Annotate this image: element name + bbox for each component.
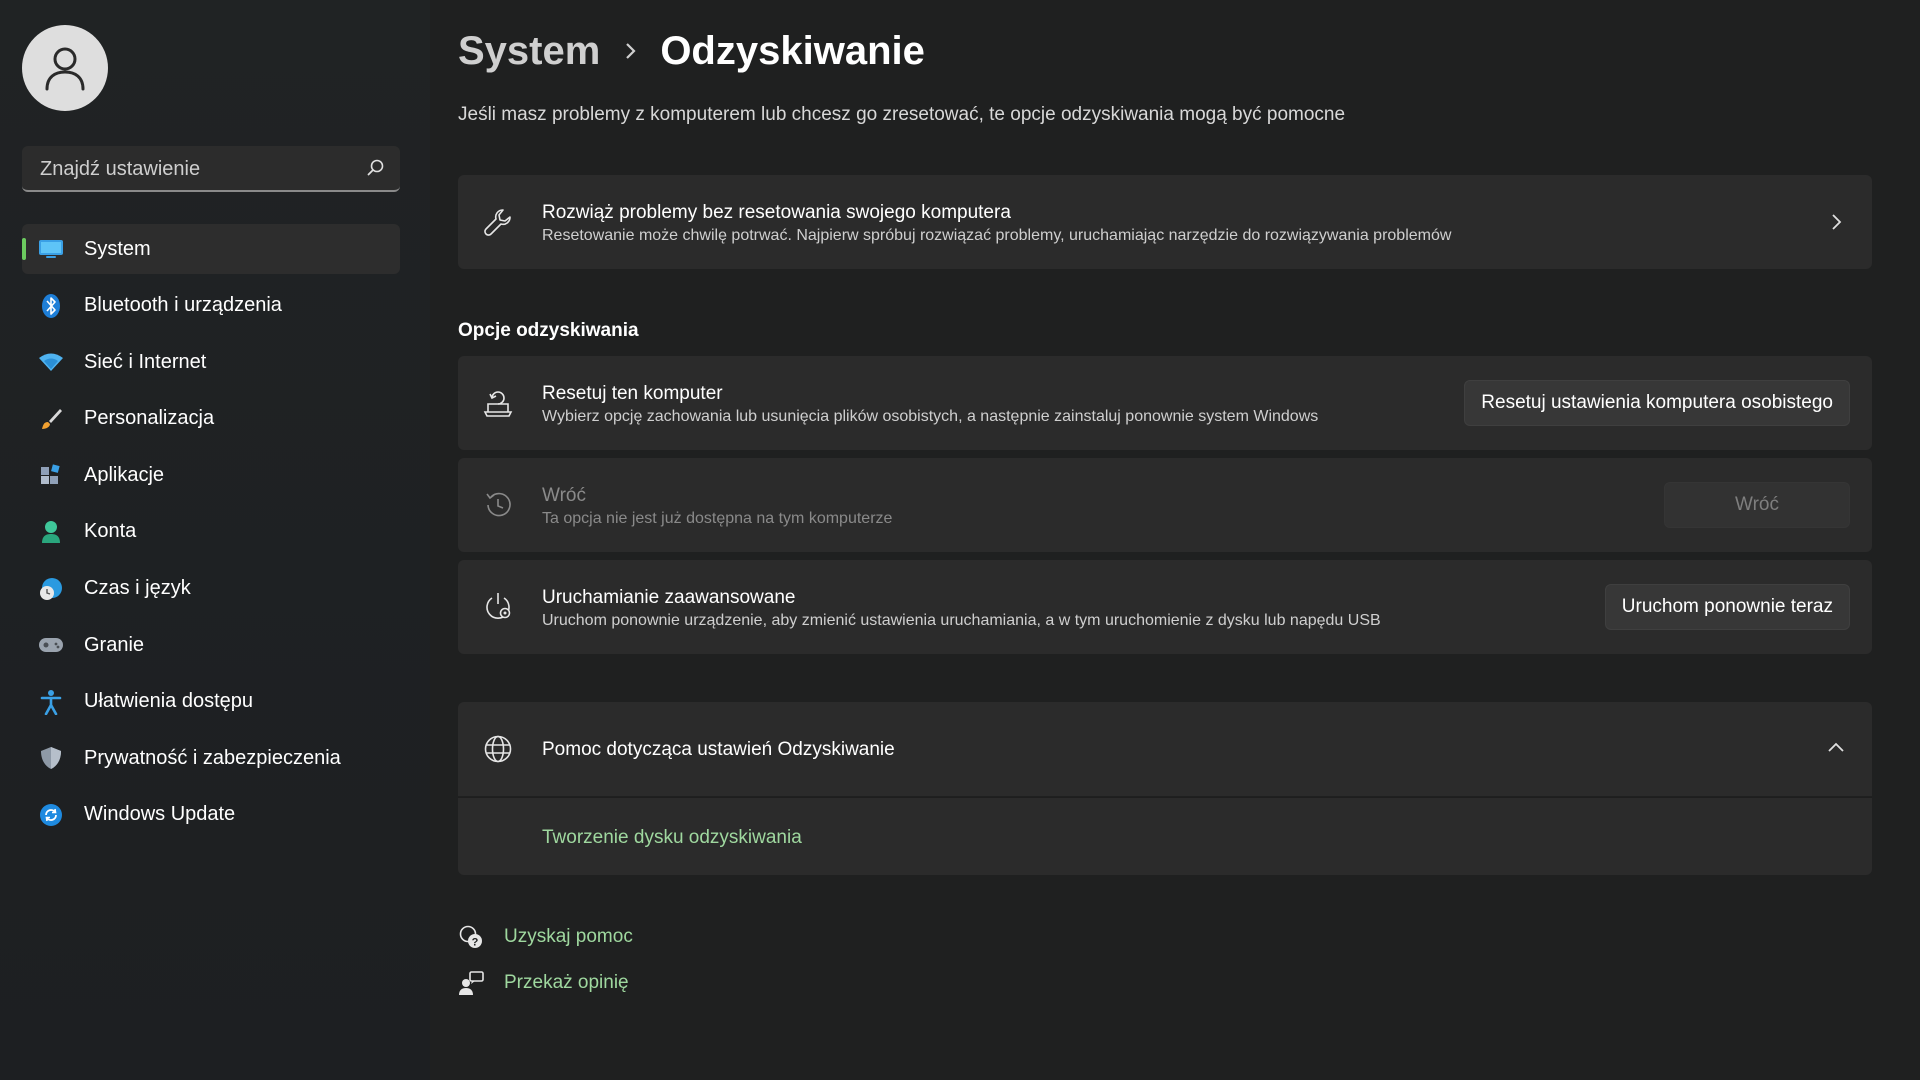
- reset-pc-icon: [482, 387, 514, 419]
- sidebar-item-label: Bluetooth i urządzenia: [84, 294, 282, 317]
- feedback-icon: [458, 970, 484, 996]
- chevron-up-icon[interactable]: [1826, 738, 1846, 758]
- section-title: Opcje odzyskiwania: [458, 320, 639, 341]
- go-back-title: Wróć: [542, 485, 586, 506]
- sidebar-item-bluetooth[interactable]: Bluetooth i urządzenia: [22, 281, 400, 331]
- monitor-icon: [38, 236, 64, 262]
- sidebar-item-gaming[interactable]: Granie: [22, 620, 400, 670]
- advanced-startup-card: Uruchamianie zaawansowane Uruchom ponown…: [458, 560, 1872, 654]
- search-box: [22, 146, 400, 192]
- create-recovery-drive-link[interactable]: Tworzenie dysku odzyskiwania: [542, 827, 802, 849]
- help-title: Pomoc dotycząca ustawień Odzyskiwanie: [542, 739, 895, 760]
- person-icon: [45, 47, 85, 91]
- sidebar-item-label: System: [84, 237, 151, 260]
- chevron-right-icon: [1832, 214, 1842, 230]
- troubleshoot-title: Rozwiąż problemy bez resetowania swojego…: [542, 202, 1011, 223]
- reset-pc-desc: Wybierz opcję zachowania lub usunięcia p…: [542, 408, 1319, 425]
- troubleshoot-desc: Resetowanie może chwilę potrwać. Najpier…: [542, 227, 1452, 244]
- history-icon: [482, 489, 514, 521]
- sidebar-item-label: Prywatność i zabezpieczenia: [84, 746, 341, 769]
- sidebar-item-accounts[interactable]: Konta: [22, 507, 400, 557]
- user-avatar[interactable]: [22, 25, 108, 111]
- reset-pc-card: Resetuj ten komputer Wybierz opcję zacho…: [458, 356, 1872, 450]
- shield-icon: [38, 745, 64, 771]
- brush-icon: [38, 406, 64, 432]
- clock-globe-icon: [38, 576, 64, 602]
- sidebar-item-time-language[interactable]: Czas i język: [22, 564, 400, 614]
- chevron-right-icon: [624, 41, 638, 61]
- sidebar-item-label: Konta: [84, 520, 137, 543]
- sidebar-item-label: Czas i język: [84, 577, 191, 600]
- go-back-button: Wróć: [1664, 482, 1850, 528]
- feedback-link[interactable]: Przekaż opinię: [504, 972, 629, 994]
- wifi-icon: [38, 349, 64, 375]
- breadcrumb-root[interactable]: System: [458, 29, 600, 74]
- get-help-link[interactable]: Uzyskaj pomoc: [504, 926, 633, 948]
- restart-now-button[interactable]: Uruchom ponownie teraz: [1604, 584, 1850, 630]
- sidebar-item-system[interactable]: System: [22, 224, 400, 274]
- globe-icon: [482, 733, 514, 765]
- sidebar-item-personalization[interactable]: Personalizacja: [22, 394, 400, 444]
- sidebar-item-label: Ułatwienia dostępu: [84, 690, 253, 713]
- sidebar-nav: System Bluetooth i urządzenia Sieć i Int…: [22, 224, 400, 847]
- go-back-desc: Ta opcja nie jest już dostępna na tym ko…: [542, 510, 893, 527]
- sidebar-item-privacy[interactable]: Prywatność i zabezpieczenia: [22, 733, 400, 783]
- person-icon: [38, 519, 64, 545]
- help-expander-header[interactable]: Pomoc dotycząca ustawień Odzyskiwanie: [458, 702, 1872, 796]
- accessibility-icon: [38, 689, 64, 715]
- bluetooth-icon: [38, 293, 64, 319]
- sidebar-item-label: Sieć i Internet: [84, 350, 207, 373]
- troubleshoot-card[interactable]: Rozwiąż problemy bez resetowania swojego…: [458, 175, 1872, 269]
- sidebar-item-network[interactable]: Sieć i Internet: [22, 337, 400, 387]
- search-icon[interactable]: [366, 158, 386, 178]
- sidebar-item-accessibility[interactable]: Ułatwienia dostępu: [22, 677, 400, 727]
- reset-pc-button[interactable]: Resetuj ustawienia komputera osobistego: [1464, 380, 1850, 426]
- reset-pc-title: Resetuj ten komputer: [542, 383, 723, 404]
- sidebar-item-label: Windows Update: [84, 803, 236, 826]
- sidebar-item-label: Granie: [84, 633, 145, 656]
- help-expander-body: Tworzenie dysku odzyskiwania: [458, 797, 1872, 875]
- sidebar-item-apps[interactable]: Aplikacje: [22, 450, 400, 500]
- page-subtitle: Jeśli masz problemy z komputerem lub chc…: [458, 104, 1346, 125]
- help-chat-icon: ?: [458, 924, 484, 950]
- sidebar-item-windows-update[interactable]: Windows Update: [22, 790, 400, 840]
- sidebar-item-label: Aplikacje: [84, 463, 165, 486]
- page-title: Odzyskiwanie: [660, 28, 925, 73]
- gamepad-icon: [38, 632, 64, 658]
- breadcrumb: System Odzyskiwanie: [458, 26, 925, 76]
- advanced-startup-desc: Uruchom ponownie urządzenie, aby zmienić…: [542, 612, 1381, 629]
- svg-text:?: ?: [472, 937, 479, 949]
- sidebar-item-label: Personalizacja: [84, 407, 215, 430]
- advanced-startup-icon: [482, 591, 514, 623]
- search-input[interactable]: [38, 146, 362, 192]
- update-icon: [38, 802, 64, 828]
- go-back-card: Wróć Ta opcja nie jest już dostępna na t…: [458, 458, 1872, 552]
- get-help-row[interactable]: ? Uzyskaj pomoc: [458, 924, 633, 950]
- apps-icon: [38, 462, 64, 488]
- feedback-row[interactable]: Przekaż opinię: [458, 970, 629, 996]
- sidebar: System Bluetooth i urządzenia Sieć i Int…: [0, 0, 430, 1080]
- advanced-startup-title: Uruchamianie zaawansowane: [542, 587, 796, 608]
- wrench-icon: [482, 206, 514, 238]
